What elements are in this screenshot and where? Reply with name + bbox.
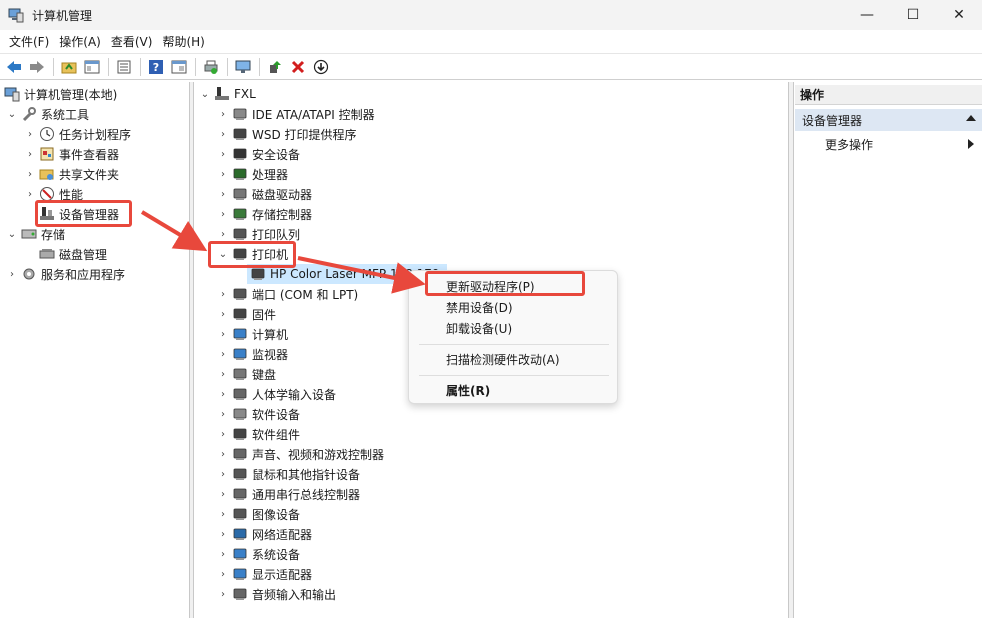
annotation-arrows [140, 210, 426, 294]
arrow-to-update-driver [297, 256, 426, 294]
arrow-to-printers [140, 210, 208, 252]
